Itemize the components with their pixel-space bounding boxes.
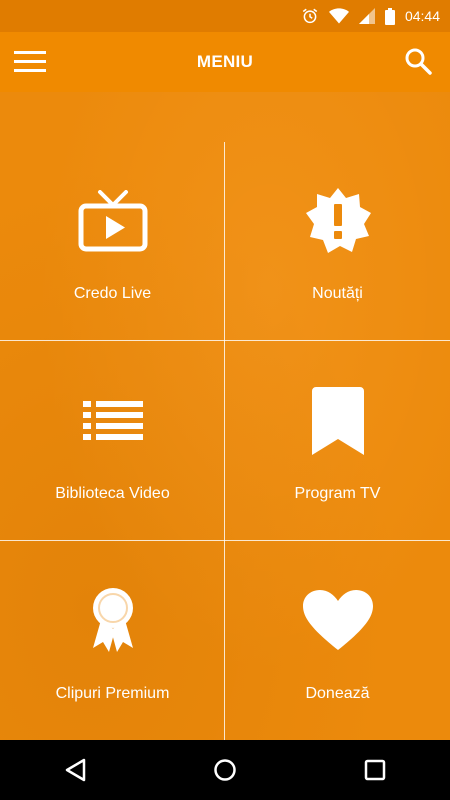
page-title: MENIU [196, 52, 254, 71]
tile-noutati[interactable]: Noutăți [225, 142, 450, 342]
app-bar: MENIU [0, 32, 450, 92]
alert-badge-icon [298, 181, 378, 261]
tile-clipuri-premium[interactable]: Clipuri Premium [0, 542, 225, 742]
hamburger-icon [14, 51, 46, 72]
menu-button[interactable] [14, 49, 46, 75]
award-ribbon-icon [73, 581, 153, 661]
tv-icon [73, 181, 153, 261]
tile-label: Biblioteca Video [55, 485, 170, 502]
menu-grid: Credo Live Noutăți Biblioteca Video Prog… [0, 92, 450, 740]
navigation-bar [0, 740, 450, 800]
tile-label: Program TV [294, 485, 381, 502]
alarm-icon [302, 8, 318, 24]
home-circle-icon [214, 759, 236, 781]
bookmark-icon [298, 381, 378, 461]
tile-label: Clipuri Premium [55, 685, 170, 702]
back-triangle-icon [65, 758, 86, 782]
search-button[interactable] [404, 47, 432, 75]
heart-icon [298, 581, 378, 661]
tile-doneaza[interactable]: Donează [225, 542, 450, 742]
tile-label: Noutăți [312, 285, 363, 302]
status-bar: 04:44 [0, 0, 450, 32]
wifi-icon [328, 8, 349, 24]
recents-square-icon [364, 759, 386, 781]
home-button[interactable] [205, 750, 245, 790]
back-button[interactable] [55, 750, 95, 790]
tile-label: Donează [305, 685, 370, 702]
recents-button[interactable] [355, 750, 395, 790]
tile-label: Credo Live [73, 285, 152, 302]
search-icon [405, 48, 432, 75]
signal-icon [358, 8, 375, 24]
battery-icon [384, 7, 395, 25]
tile-biblioteca-video[interactable]: Biblioteca Video [0, 342, 225, 542]
tile-credo-live[interactable]: Credo Live [0, 142, 225, 342]
tile-program-tv[interactable]: Program TV [225, 342, 450, 542]
status-time: 04:44 [404, 8, 440, 24]
list-icon [73, 381, 153, 461]
